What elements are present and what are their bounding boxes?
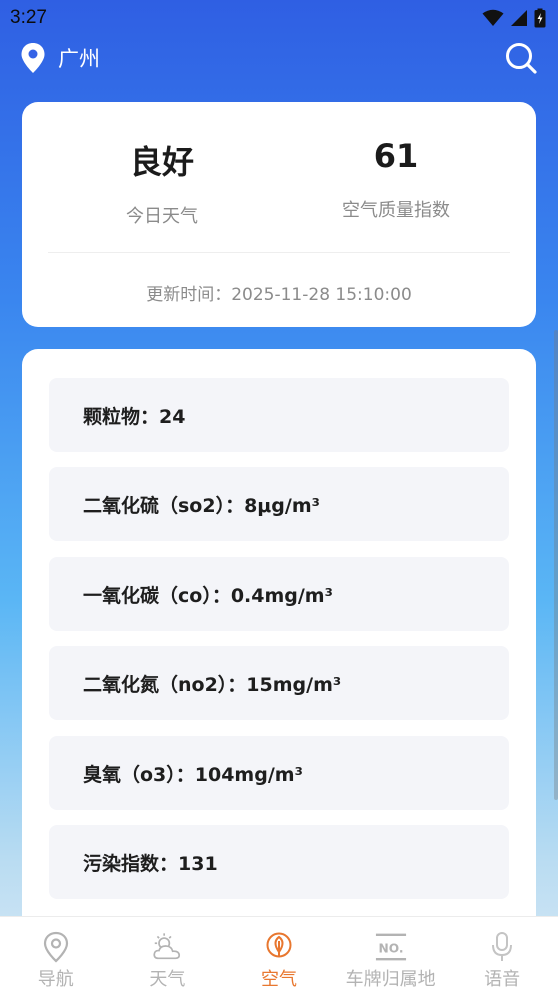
pollutant-list-card: 颗粒物：24 二氧化硫（so2）：8μg/m³ 一氧化碳（co）：0.4mg/m… <box>22 349 536 949</box>
tab-label: 空气 <box>260 969 297 990</box>
summary-row: 良好 今日天气 61 空气质量指数 <box>22 102 536 252</box>
weather-icon <box>151 931 183 963</box>
location-pin-icon <box>21 43 45 73</box>
tab-license-plate[interactable]: NO. 车牌归属地 <box>335 917 447 992</box>
pollutant-item-o3: 臭氧（o3）：104mg/m³ <box>49 736 509 810</box>
status-time: 3:27 <box>10 7 47 28</box>
tab-label: 语音 <box>484 969 521 990</box>
update-time: 更新时间：2025-11-28 15:10:00 <box>146 285 412 305</box>
scrollbar[interactable] <box>554 330 558 800</box>
microphone-icon <box>486 931 518 963</box>
header: 广州 <box>0 36 558 80</box>
status-bar: 3:27 <box>0 0 558 36</box>
air-quality-summary-card: 良好 今日天气 61 空气质量指数 更新时间：2025-11-28 15:10:… <box>22 102 536 327</box>
aqi-block: 61 空气质量指数 <box>314 102 478 222</box>
pollutant-item-no2: 二氧化氮（no2）：15mg/m³ <box>49 646 509 720</box>
pollutant-item-pollution-index: 污染指数：131 <box>49 825 509 899</box>
quality-text: 良好 <box>129 143 194 181</box>
svg-text:NO.: NO. <box>378 942 403 956</box>
status-icons <box>482 8 546 28</box>
location-selector[interactable]: 广州 <box>20 42 100 74</box>
aqi-label: 空气质量指数 <box>342 200 450 221</box>
tab-label: 天气 <box>149 969 186 990</box>
divider <box>48 252 510 253</box>
location-pin-icon <box>40 931 72 963</box>
license-plate-icon: NO. <box>375 931 407 963</box>
city-name: 广州 <box>58 47 100 71</box>
quality-block: 良好 今日天气 <box>82 102 242 228</box>
tab-weather[interactable]: 天气 <box>112 917 224 992</box>
search-icon[interactable] <box>504 41 538 75</box>
aqi-value: 61 <box>373 137 419 175</box>
tab-label: 导航 <box>37 969 74 990</box>
pollutant-item-so2: 二氧化硫（so2）：8μg/m³ <box>49 467 509 541</box>
tab-label: 车牌归属地 <box>345 969 436 990</box>
tab-air[interactable]: 空气 <box>223 917 335 992</box>
pollutant-item-co: 一氧化碳（co）：0.4mg/m³ <box>49 557 509 631</box>
quality-label: 今日天气 <box>126 206 198 227</box>
tab-voice[interactable]: 语音 <box>446 917 558 992</box>
tab-navigation[interactable]: 导航 <box>0 917 112 992</box>
pollutant-item-particulate: 颗粒物：24 <box>49 378 509 452</box>
bottom-tab-bar: 导航 天气 空气 NO. 车牌归属地 语音 <box>0 916 558 992</box>
leaf-icon <box>263 931 295 963</box>
signal-icon <box>511 10 527 26</box>
wifi-icon <box>482 9 504 26</box>
battery-icon <box>534 8 546 28</box>
